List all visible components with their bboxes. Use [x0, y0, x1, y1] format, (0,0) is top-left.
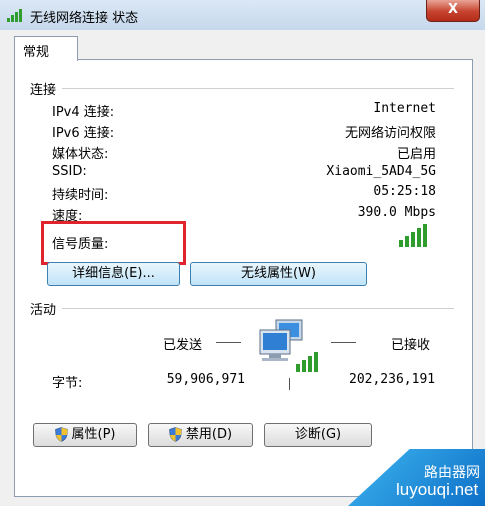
- network-computers-icon: [259, 319, 318, 372]
- details-button[interactable]: 详细信息(E)...: [47, 262, 180, 286]
- ipv4-label: IPv4 连接:: [52, 105, 115, 120]
- details-highlight-box: [41, 221, 186, 265]
- signal-quality-icon: [399, 224, 427, 247]
- tab-general[interactable]: 常规: [14, 36, 78, 61]
- uac-shield-icon: [169, 427, 182, 442]
- connection-section-title: 连接: [30, 83, 57, 98]
- watermark-line1: 路由器网: [424, 464, 480, 480]
- duration-value: 05:25:18: [373, 184, 436, 199]
- disable-button-label: 禁用(D): [185, 427, 233, 442]
- activity-section-title: 活动: [30, 303, 57, 318]
- properties-button[interactable]: 属性(P): [33, 423, 137, 447]
- uac-shield-icon: [54, 427, 68, 442]
- watermark-line2: luyouqi.net: [396, 480, 479, 499]
- ipv4-value: Internet: [373, 101, 436, 116]
- media-state-value: 已启用: [396, 147, 436, 162]
- sent-label: 已发送: [163, 338, 203, 353]
- title-bar: 无线网络连接 状态 X: [0, 0, 485, 31]
- wifi-signal-icon: [7, 9, 22, 22]
- close-button[interactable]: X: [426, 0, 480, 22]
- ssid-label: SSID:: [52, 164, 87, 179]
- received-line: [331, 342, 356, 343]
- received-label: 已接收: [391, 338, 431, 353]
- duration-label: 持续时间:: [52, 188, 109, 203]
- window-title: 无线网络连接 状态: [30, 11, 139, 26]
- activity-connector-line: [289, 378, 290, 390]
- connection-divider: [62, 88, 454, 89]
- bytes-sent-value: 59,906,971: [166, 372, 245, 387]
- media-state-label: 媒体状态:: [52, 147, 109, 162]
- wireless-properties-button[interactable]: 无线属性(W): [190, 262, 367, 286]
- disable-button[interactable]: 禁用(D): [148, 423, 253, 447]
- activity-divider: [62, 308, 454, 309]
- properties-button-label: 属性(P): [71, 427, 116, 442]
- ssid-value: Xiaomi_5AD4_5G: [326, 164, 436, 179]
- sent-line: [216, 342, 241, 343]
- speed-value: 390.0 Mbps: [357, 205, 436, 220]
- tab-general-label: 常规: [23, 45, 50, 60]
- ipv6-value: 无网络访问权限: [344, 126, 436, 141]
- diagnose-button[interactable]: 诊断(G): [264, 423, 372, 447]
- ipv6-label: IPv6 连接:: [52, 126, 115, 141]
- bytes-received-value: 202,236,191: [349, 372, 436, 387]
